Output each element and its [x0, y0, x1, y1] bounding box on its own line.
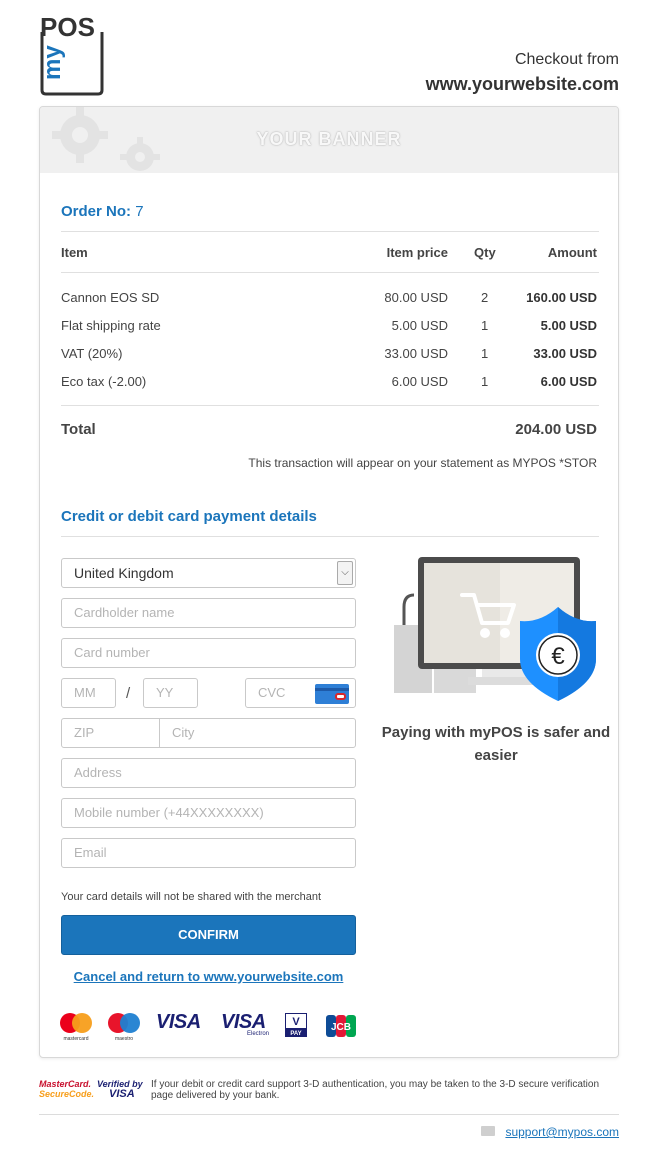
row-amount: 160.00 USD	[526, 290, 597, 305]
visa-icon: VISA	[156, 1011, 201, 1033]
row-price: 5.00 USD	[391, 318, 448, 333]
divider	[61, 536, 599, 537]
country-select-value: United Kingdom	[74, 565, 174, 581]
svg-text:JCB: JCB	[331, 1022, 351, 1033]
row-item: Eco tax (-2.00)	[61, 374, 147, 389]
row-qty: 2	[481, 290, 489, 305]
column-header-item: Item	[61, 245, 88, 260]
row-amount: 33.00 USD	[533, 346, 597, 361]
divider	[61, 272, 599, 273]
svg-text:V: V	[292, 1016, 300, 1028]
jcb-icon: JCB	[326, 1015, 356, 1037]
svg-text:PAY: PAY	[290, 1031, 301, 1037]
logo-pos-text: POS	[40, 12, 95, 42]
total-label: Total	[61, 421, 96, 438]
svg-text:maestro: maestro	[115, 1036, 133, 1041]
total-value: 204.00 USD	[515, 421, 597, 438]
row-item: VAT (20%)	[61, 346, 123, 361]
zip-input[interactable]: ZIP	[61, 718, 160, 748]
secure-payment-illustration: €	[394, 557, 596, 701]
row-price: 80.00 USD	[384, 290, 448, 305]
country-select[interactable]: United Kingdom ⌵	[61, 558, 356, 588]
order-number-value: 7	[135, 203, 144, 220]
card-brands: mastercard maestro VISA VISA Electron V …	[58, 1007, 358, 1043]
confirm-button[interactable]: CONFIRM	[61, 915, 356, 955]
privacy-note: Your card details will not be shared wit…	[61, 891, 322, 903]
chevron-down-icon[interactable]: ⌵	[337, 561, 353, 585]
row-item: Cannon EOS SD	[61, 290, 160, 305]
verified-by-visa-logo: Verified by VISA	[97, 1079, 143, 1100]
support-email-link[interactable]: support@mypos.com	[505, 1125, 619, 1139]
statement-note: This transaction will appear on your sta…	[248, 456, 597, 470]
mobile-input[interactable]: Mobile number (+44XXXXXXXX)	[61, 798, 356, 828]
logo-my-text: my	[39, 45, 66, 80]
maestro-icon: maestro	[108, 1013, 140, 1041]
divider	[61, 231, 599, 232]
mastercard-icon: mastercard	[60, 1013, 92, 1041]
banner: YOUR BANNER	[40, 107, 618, 173]
divider	[61, 405, 599, 406]
cvc-placeholder: CVC	[258, 685, 286, 700]
checkout-from-label: Checkout from	[514, 51, 619, 68]
email-input[interactable]: Email	[61, 838, 356, 868]
expiry-separator: /	[126, 685, 131, 702]
row-qty: 1	[481, 318, 489, 333]
cvc-input[interactable]: CVC	[245, 678, 356, 708]
euro-icon: €	[551, 643, 565, 670]
order-number-label: Order No:	[61, 203, 132, 220]
row-qty: 1	[481, 346, 489, 361]
column-header-price: Item price	[386, 245, 448, 260]
row-amount: 6.00 USD	[540, 374, 597, 389]
visa-electron-icon: VISA Electron	[221, 1011, 270, 1037]
expiry-month-input[interactable]: MM	[61, 678, 116, 708]
mastercard-securecode-logo: MasterCard. SecureCode.	[39, 1079, 95, 1099]
order-number: Order No: 7	[61, 203, 144, 220]
city-input[interactable]: City	[159, 718, 356, 748]
svg-text:mastercard: mastercard	[63, 1036, 88, 1041]
row-price: 33.00 USD	[384, 346, 448, 361]
column-header-qty: Qty	[474, 245, 496, 260]
payment-section-title: Credit or debit card payment details	[61, 508, 317, 525]
checkout-site: www.yourwebsite.com	[425, 74, 619, 94]
cardholder-name-input[interactable]: Cardholder name	[61, 598, 356, 628]
column-header-amount: Amount	[547, 245, 597, 260]
mypos-logo: POS my	[38, 12, 106, 96]
row-amount: 5.00 USD	[540, 318, 597, 333]
3ds-notice: If your debit or credit card support 3-D…	[151, 1079, 600, 1101]
checkout-panel: YOUR BANNER Order No: 7 Item Item price …	[39, 106, 619, 1058]
cancel-link[interactable]: Cancel and return to www.yourwebsite.com	[61, 969, 356, 984]
footer-divider	[39, 1114, 619, 1115]
cvc-card-icon	[315, 684, 349, 704]
banner-text: YOUR BANNER	[256, 129, 402, 149]
row-item: Flat shipping rate	[61, 318, 161, 333]
envelope-icon	[481, 1126, 495, 1136]
row-qty: 1	[481, 374, 489, 389]
address-input[interactable]: Address	[61, 758, 356, 788]
row-price: 6.00 USD	[391, 374, 448, 389]
safe-payment-text: Paying with myPOS is safer and easier	[381, 724, 611, 764]
vpay-icon: V PAY	[285, 1013, 307, 1037]
card-number-input[interactable]: Card number	[61, 638, 356, 668]
expiry-year-input[interactable]: YY	[143, 678, 198, 708]
